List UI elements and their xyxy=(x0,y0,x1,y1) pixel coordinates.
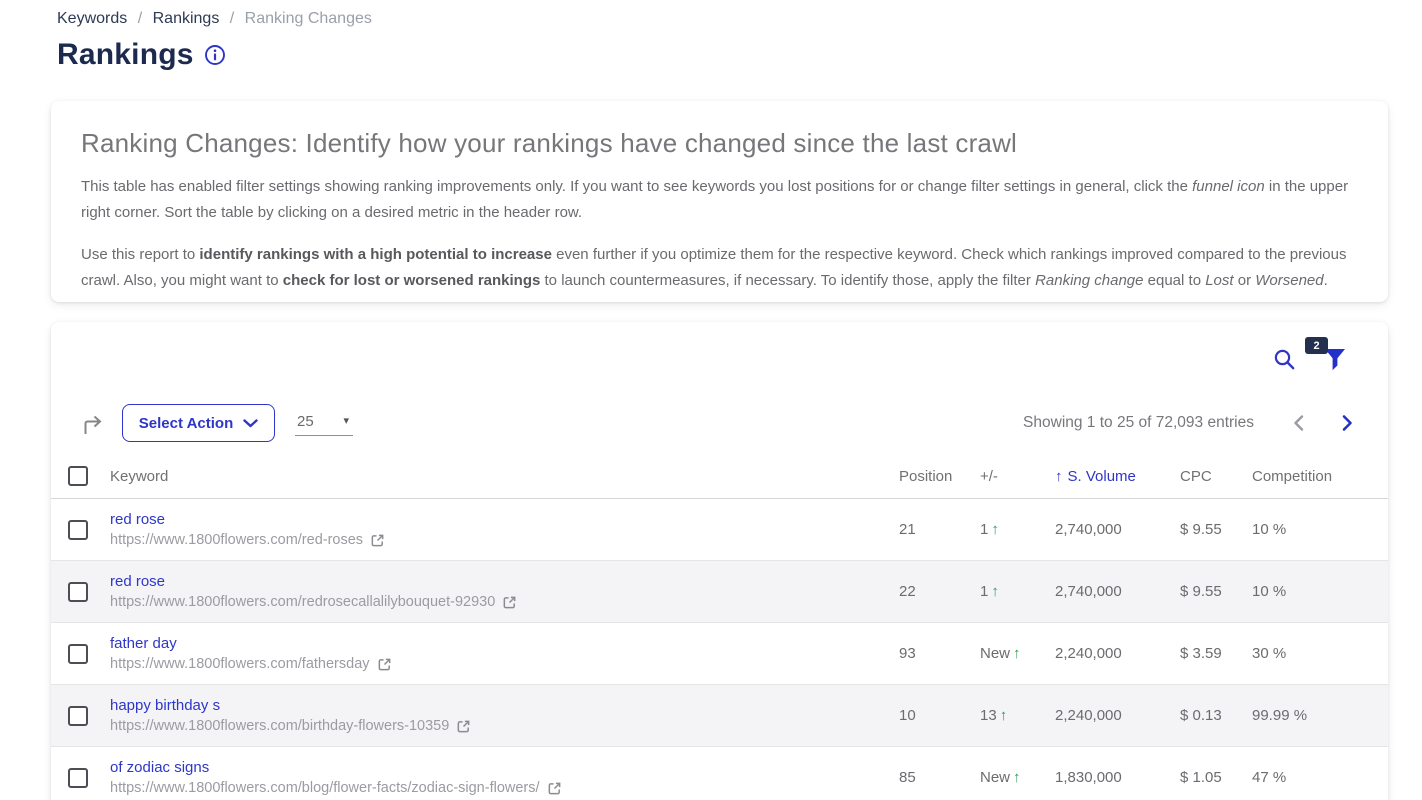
page-title: Rankings xyxy=(57,38,194,72)
external-link-icon[interactable] xyxy=(377,657,392,672)
filter-count-badge: 2 xyxy=(1305,337,1328,354)
row-checkbox[interactable] xyxy=(68,582,88,602)
table-row: happy birthday s https://www.1800flowers… xyxy=(51,685,1388,747)
competition-value: 10 % xyxy=(1252,583,1388,600)
cpc-value: $ 3.59 xyxy=(1180,645,1252,662)
select-action-button[interactable]: Select Action xyxy=(122,404,275,442)
rank-up-icon: ↑ xyxy=(1013,769,1021,786)
change-value: New ↑ xyxy=(980,645,1055,662)
next-page-icon[interactable] xyxy=(1339,412,1356,434)
cpc-value: $ 0.13 xyxy=(1180,707,1252,724)
column-header-change[interactable]: +/- xyxy=(980,468,1055,485)
keyword-link[interactable]: red rose xyxy=(110,573,899,590)
rank-up-icon: ↑ xyxy=(991,521,999,538)
row-checkbox[interactable] xyxy=(68,520,88,540)
table-row: red rose https://www.1800flowers.com/red… xyxy=(51,561,1388,623)
change-value: 1 ↑ xyxy=(980,521,1055,538)
select-all-checkbox[interactable] xyxy=(68,466,88,486)
intro-card: Ranking Changes: Identify how your ranki… xyxy=(51,101,1388,302)
rank-up-icon: ↑ xyxy=(1000,707,1008,724)
column-header-competition[interactable]: Competition xyxy=(1252,468,1388,485)
position-value: 85 xyxy=(899,769,980,786)
previous-page-icon[interactable] xyxy=(1290,412,1307,434)
external-link-icon[interactable] xyxy=(502,595,517,610)
rank-up-icon: ↑ xyxy=(991,583,999,600)
keyword-url: https://www.1800flowers.com/redrosecalla… xyxy=(110,594,495,610)
sort-asc-icon: ↑ xyxy=(1055,468,1063,485)
column-header-position[interactable]: Position xyxy=(899,468,980,485)
volume-value: 2,740,000 xyxy=(1055,583,1180,600)
cpc-value: $ 1.05 xyxy=(1180,769,1252,786)
breadcrumb-separator: / xyxy=(230,10,234,27)
keyword-url: https://www.1800flowers.com/fathersday xyxy=(110,656,370,672)
change-value: 1 ↑ xyxy=(980,583,1055,600)
table-row: father day https://www.1800flowers.com/f… xyxy=(51,623,1388,685)
change-value: 13 ↑ xyxy=(980,707,1055,724)
page: Keywords / Rankings / Ranking Changes Ra… xyxy=(0,0,1422,800)
position-value: 10 xyxy=(899,707,980,724)
rank-up-icon: ↑ xyxy=(1013,645,1021,662)
competition-value: 99.99 % xyxy=(1252,707,1388,724)
caret-down-icon: ▾ xyxy=(343,416,349,427)
external-link-icon[interactable] xyxy=(547,781,562,796)
column-header-volume[interactable]: ↑ S. Volume xyxy=(1055,468,1180,485)
search-icon[interactable] xyxy=(1273,348,1296,371)
position-value: 21 xyxy=(899,521,980,538)
row-checkbox[interactable] xyxy=(68,706,88,726)
breadcrumb-ranking-changes: Ranking Changes xyxy=(245,10,372,27)
breadcrumb-keywords[interactable]: Keywords xyxy=(57,10,127,27)
chevron-down-icon xyxy=(243,419,258,428)
export-icon[interactable] xyxy=(81,414,105,436)
table-row: red rose https://www.1800flowers.com/red… xyxy=(51,499,1388,561)
keyword-link[interactable]: of zodiac signs xyxy=(110,759,899,776)
table-actions-row: Select Action 25 ▾ Showing 1 to 25 of 72… xyxy=(51,403,1388,443)
change-value: New ↑ xyxy=(980,769,1055,786)
keyword-url: https://www.1800flowers.com/red-roses xyxy=(110,532,363,548)
keyword-url: https://www.1800flowers.com/birthday-flo… xyxy=(110,718,449,734)
column-header-keyword[interactable]: Keyword xyxy=(110,468,899,485)
intro-paragraph-2: Use this report to identify rankings wit… xyxy=(81,242,1358,295)
table-toolbar: 2 xyxy=(51,348,1388,382)
volume-value: 2,240,000 xyxy=(1055,707,1180,724)
keyword-url: https://www.1800flowers.com/blog/flower-… xyxy=(110,780,540,796)
external-link-icon[interactable] xyxy=(370,533,385,548)
cpc-value: $ 9.55 xyxy=(1180,583,1252,600)
showing-entries-text: Showing 1 to 25 of 72,093 entries xyxy=(1023,414,1254,432)
table-header-row: Keyword Position +/- ↑ S. Volume CPC Com… xyxy=(51,454,1388,499)
position-value: 22 xyxy=(899,583,980,600)
intro-paragraph-1: This table has enabled filter settings s… xyxy=(81,174,1358,227)
keyword-link[interactable]: red rose xyxy=(110,511,899,528)
row-checkbox[interactable] xyxy=(68,768,88,788)
volume-value: 1,830,000 xyxy=(1055,769,1180,786)
table-card: 2 Select Action xyxy=(51,322,1388,800)
competition-value: 30 % xyxy=(1252,645,1388,662)
column-header-cpc[interactable]: CPC xyxy=(1180,468,1252,485)
table-row: of zodiac signs https://www.1800flowers.… xyxy=(51,747,1388,800)
intro-heading: Ranking Changes: Identify how your ranki… xyxy=(81,128,1358,159)
breadcrumb-separator: / xyxy=(138,10,142,27)
external-link-icon[interactable] xyxy=(456,719,471,734)
breadcrumb-rankings[interactable]: Rankings xyxy=(153,10,220,27)
volume-value: 2,740,000 xyxy=(1055,521,1180,538)
keyword-link[interactable]: happy birthday s xyxy=(110,697,899,714)
position-value: 93 xyxy=(899,645,980,662)
keyword-link[interactable]: father day xyxy=(110,635,899,652)
competition-value: 10 % xyxy=(1252,521,1388,538)
volume-value: 2,240,000 xyxy=(1055,645,1180,662)
breadcrumb: Keywords / Rankings / Ranking Changes xyxy=(57,10,372,28)
pagination xyxy=(1290,412,1356,434)
competition-value: 47 % xyxy=(1252,769,1388,786)
info-icon[interactable] xyxy=(204,44,226,66)
cpc-value: $ 9.55 xyxy=(1180,521,1252,538)
page-size-select[interactable]: 25 ▾ xyxy=(295,411,353,436)
row-checkbox[interactable] xyxy=(68,644,88,664)
